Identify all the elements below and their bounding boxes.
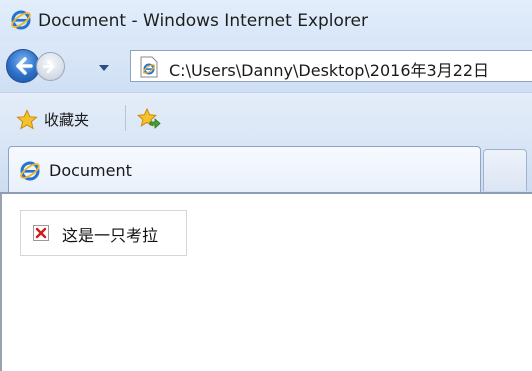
- forward-button[interactable]: [36, 52, 65, 81]
- new-tab-button[interactable]: [483, 149, 527, 191]
- toolbar-divider: [125, 105, 126, 131]
- recent-pages-dropdown[interactable]: [96, 60, 112, 74]
- page-content: 这是一只考拉: [0, 194, 532, 371]
- back-button[interactable]: [6, 49, 40, 83]
- address-text: C:\Users\Danny\Desktop\2016年3月22日: [169, 61, 490, 80]
- ie-page-icon: [139, 56, 159, 82]
- navigation-bar: C:\Users\Danny\Desktop\2016年3月22日: [0, 42, 532, 92]
- add-to-favorites-icon[interactable]: [136, 107, 162, 135]
- image-alt-text: 这是一只考拉: [62, 226, 159, 245]
- ie-icon: [19, 160, 41, 186]
- ie-icon: [10, 9, 32, 35]
- star-icon[interactable]: [16, 109, 38, 135]
- forward-arrow-icon: [42, 59, 55, 74]
- broken-image-icon: [33, 225, 49, 241]
- tab-document[interactable]: Document: [8, 146, 481, 192]
- favorites-bar: 收藏夹: [0, 92, 532, 143]
- address-bar[interactable]: C:\Users\Danny\Desktop\2016年3月22日: [130, 50, 532, 82]
- chevron-down-icon: [99, 65, 109, 71]
- window-title: Document - Windows Internet Explorer: [38, 11, 368, 31]
- favorites-label[interactable]: 收藏夹: [44, 109, 89, 130]
- title-bar: Document - Windows Internet Explorer: [0, 0, 532, 42]
- broken-image: 这是一只考拉: [20, 210, 187, 256]
- tab-title: Document: [49, 161, 132, 180]
- back-arrow-icon: [16, 57, 33, 75]
- frame-border: [0, 194, 2, 371]
- tab-bar: Document: [0, 142, 532, 192]
- browser-window: Document - Windows Internet Explorer C:\…: [0, 0, 532, 371]
